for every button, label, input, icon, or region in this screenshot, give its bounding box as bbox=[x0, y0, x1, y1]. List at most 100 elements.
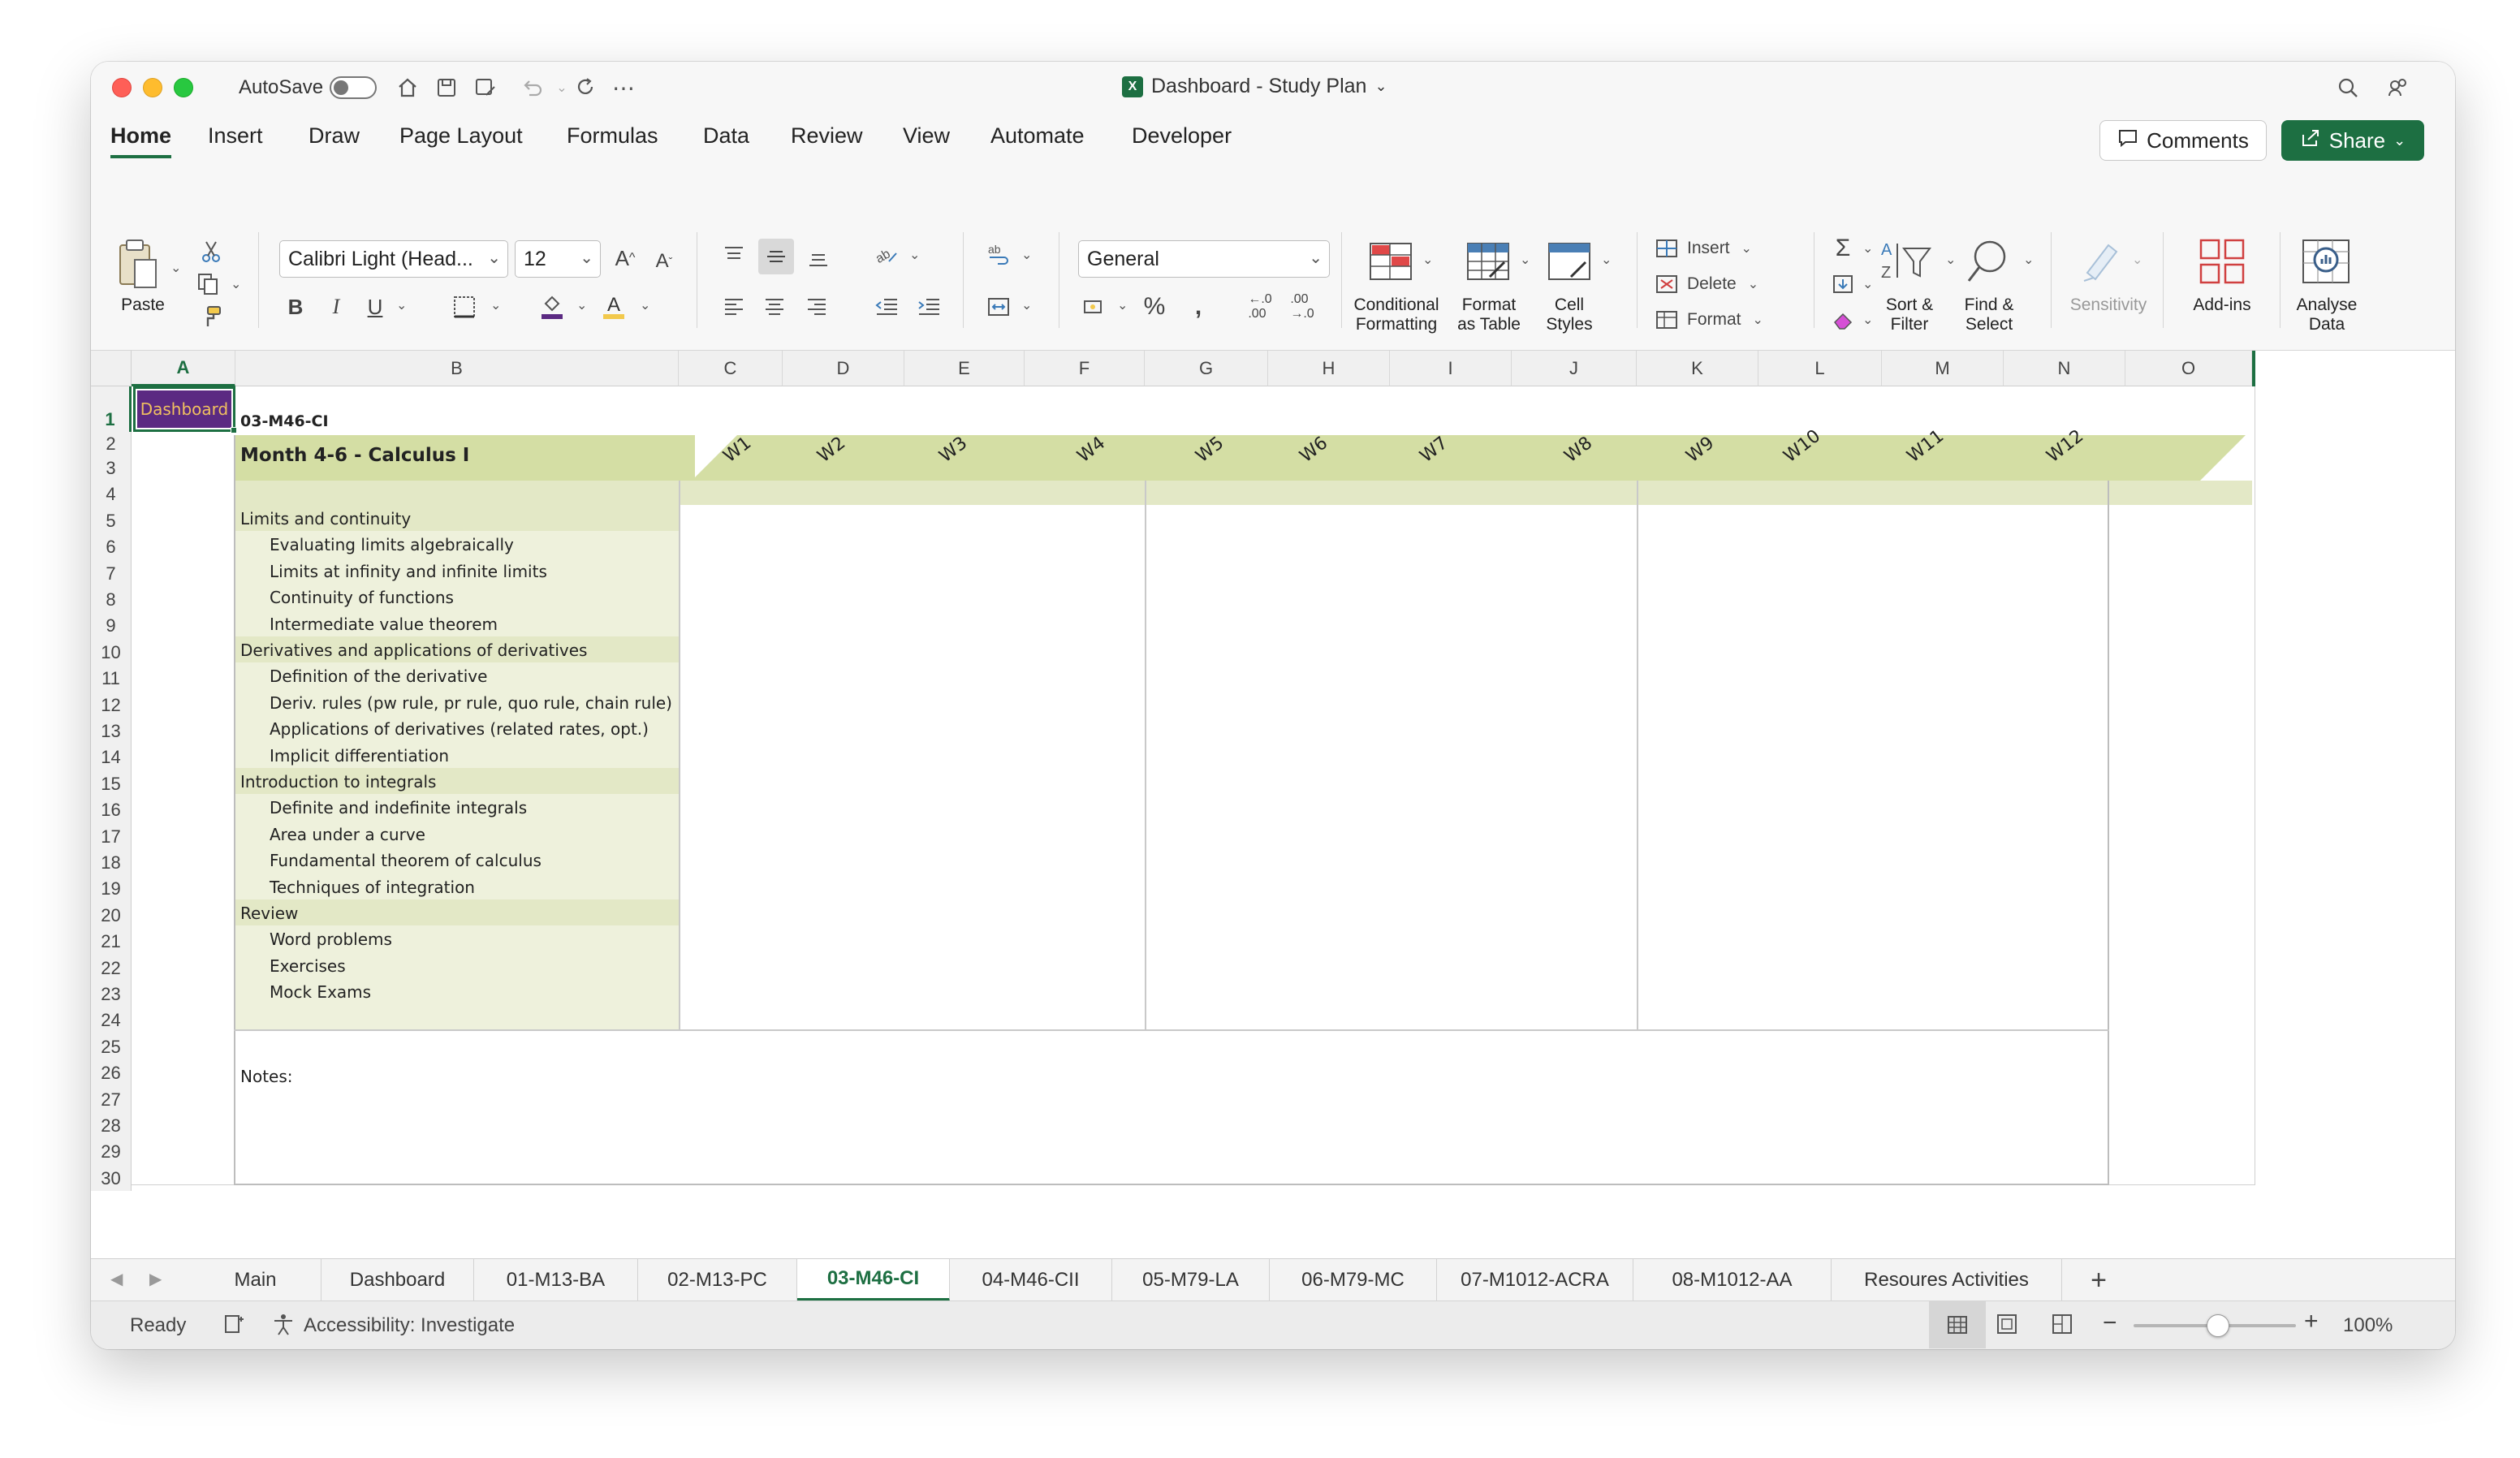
conditional-formatting-dropdown-icon[interactable]: ⌄ bbox=[1422, 252, 1433, 268]
wrap-text-icon[interactable]: ab bbox=[982, 239, 1015, 271]
more-icon[interactable]: ⋯ bbox=[607, 71, 640, 104]
column-header-l[interactable]: L bbox=[1758, 351, 1882, 386]
italic-button[interactable]: I bbox=[320, 291, 352, 323]
accessibility-icon[interactable] bbox=[271, 1313, 296, 1341]
maximize-window-button[interactable] bbox=[174, 78, 193, 97]
copy-icon[interactable] bbox=[192, 270, 224, 299]
dashboard-link-button[interactable]: Dashboard bbox=[137, 390, 231, 428]
sheet-tab[interactable]: 05-M79-LA bbox=[1112, 1259, 1270, 1301]
font-size-select[interactable]: 12 ⌄ bbox=[515, 240, 601, 278]
analyse-data-label[interactable]: Analyse Data bbox=[2293, 295, 2361, 334]
add-sheet-button[interactable]: + bbox=[2078, 1262, 2119, 1298]
row-header-28[interactable]: 28 bbox=[91, 1111, 132, 1138]
normal-view-icon[interactable] bbox=[1929, 1301, 1986, 1348]
undo-icon[interactable] bbox=[516, 71, 549, 104]
merge-dropdown-icon[interactable]: ⌄ bbox=[1021, 297, 1032, 313]
orientation-dropdown-icon[interactable]: ⌄ bbox=[909, 247, 920, 263]
cell-styles-dropdown-icon[interactable]: ⌄ bbox=[1601, 252, 1612, 268]
row-header-27[interactable]: 27 bbox=[91, 1085, 132, 1112]
autosum-icon[interactable]: Σ bbox=[1827, 234, 1859, 263]
sheet-tab[interactable]: 02-M13-PC bbox=[638, 1259, 797, 1301]
zoom-level[interactable]: 100% bbox=[2343, 1314, 2393, 1337]
borders-dropdown-icon[interactable]: ⌄ bbox=[490, 297, 501, 313]
wrap-text-dropdown-icon[interactable]: ⌄ bbox=[1021, 247, 1032, 263]
comma-style-icon[interactable]: , bbox=[1182, 291, 1215, 323]
column-header-d[interactable]: D bbox=[783, 351, 904, 386]
sort-filter-icon[interactable]: AZ bbox=[1877, 235, 1942, 287]
row-header-11[interactable]: 11 bbox=[91, 664, 132, 692]
decrease-decimal-icon[interactable]: .00 →.0 bbox=[1284, 291, 1320, 323]
conditional-formatting-icon[interactable] bbox=[1366, 235, 1416, 287]
row-header-8[interactable]: 8 bbox=[91, 585, 132, 612]
column-header-j[interactable]: J bbox=[1512, 351, 1637, 386]
clear-icon[interactable] bbox=[1827, 305, 1859, 334]
row-header-7[interactable]: 7 bbox=[91, 559, 132, 586]
copy-dropdown-icon[interactable]: ⌄ bbox=[231, 276, 241, 292]
row-header-2[interactable]: 2 bbox=[91, 432, 132, 456]
minimize-window-button[interactable] bbox=[143, 78, 162, 97]
format-painter-icon[interactable] bbox=[195, 302, 227, 331]
font-color-dropdown-icon[interactable]: ⌄ bbox=[640, 297, 650, 313]
row-header-20[interactable]: 20 bbox=[91, 901, 132, 928]
tab-home[interactable]: Home bbox=[110, 123, 172, 158]
font-name-select[interactable]: Calibri Light (Head... ⌄ bbox=[279, 240, 508, 278]
row-header-1[interactable]: 1 bbox=[91, 386, 132, 432]
row-header-23[interactable]: 23 bbox=[91, 980, 132, 1007]
worksheet-grid[interactable]: ABCDEFGHIJKLMNO 1 2 3 4 5 6 7 8 9 10 11 12 13 14 15 16 1… bbox=[91, 351, 2455, 1320]
format-cells-button[interactable]: Format ⌄ bbox=[1655, 305, 1801, 334]
sheet-tab[interactable]: Resoures Activities bbox=[1832, 1259, 2062, 1301]
increase-font-size-icon[interactable]: A ^ bbox=[609, 242, 641, 274]
tab-data[interactable]: Data bbox=[703, 123, 749, 155]
sheet-tab[interactable]: 07-M1012-ACRA bbox=[1437, 1259, 1633, 1301]
column-header-h[interactable]: H bbox=[1268, 351, 1390, 386]
tab-automate[interactable]: Automate bbox=[990, 123, 1085, 155]
select-all-corner[interactable] bbox=[91, 351, 132, 386]
addins-label[interactable]: Add-ins bbox=[2186, 295, 2259, 315]
column-header-f[interactable]: F bbox=[1025, 351, 1145, 386]
row-header-30[interactable]: 30 bbox=[91, 1164, 132, 1191]
row-header-29[interactable]: 29 bbox=[91, 1138, 132, 1165]
window-title[interactable]: X Dashboard - Study Plan ⌄ bbox=[1122, 75, 1387, 98]
cell-styles-icon[interactable] bbox=[1544, 235, 1594, 287]
find-select-label[interactable]: Find & Select bbox=[1957, 295, 2022, 334]
cell-styles-label[interactable]: Cell Styles bbox=[1541, 295, 1598, 334]
autosum-dropdown-icon[interactable]: ⌄ bbox=[1862, 240, 1873, 257]
row-header-5[interactable]: 5 bbox=[91, 507, 132, 533]
column-header-m[interactable]: M bbox=[1882, 351, 2004, 386]
clear-dropdown-icon[interactable]: ⌄ bbox=[1862, 312, 1873, 328]
format-as-table-label[interactable]: Format as Table bbox=[1456, 295, 1521, 334]
merge-center-icon[interactable] bbox=[982, 291, 1015, 323]
tab-formulas[interactable]: Formulas bbox=[567, 123, 658, 155]
row-header-12[interactable]: 12 bbox=[91, 691, 132, 718]
sort-filter-label[interactable]: Sort & Filter bbox=[1877, 295, 1942, 334]
row-header-15[interactable]: 15 bbox=[91, 770, 132, 796]
save-icon[interactable] bbox=[430, 71, 463, 104]
underline-button[interactable]: U bbox=[359, 291, 391, 323]
analyse-data-icon[interactable] bbox=[2298, 235, 2354, 287]
column-header-o[interactable]: O bbox=[2125, 351, 2252, 386]
find-select-dropdown-icon[interactable]: ⌄ bbox=[2023, 252, 2034, 268]
column-header-k[interactable]: K bbox=[1637, 351, 1758, 386]
row-header-25[interactable]: 25 bbox=[91, 1033, 132, 1059]
row-header-14[interactable]: 14 bbox=[91, 744, 132, 770]
font-color-icon[interactable]: A bbox=[598, 289, 630, 325]
fill-dropdown-icon[interactable]: ⌄ bbox=[1862, 276, 1873, 292]
increase-indent-icon[interactable] bbox=[913, 291, 945, 323]
row-header-24[interactable]: 24 bbox=[91, 1007, 132, 1033]
zoom-in-button[interactable]: + bbox=[2304, 1308, 2319, 1335]
scroll-tabs-right-icon[interactable]: ▶ bbox=[149, 1269, 162, 1289]
decrease-indent-icon[interactable] bbox=[870, 291, 903, 323]
cut-icon[interactable] bbox=[195, 237, 227, 266]
sensitivity-dropdown-icon[interactable]: ⌄ bbox=[2132, 252, 2142, 268]
share-people-icon[interactable] bbox=[2382, 71, 2414, 104]
row-header-18[interactable]: 18 bbox=[91, 848, 132, 875]
sheet-tab[interactable]: 06-M79-MC bbox=[1270, 1259, 1437, 1301]
fill-color-icon[interactable] bbox=[536, 289, 568, 325]
align-top-icon[interactable] bbox=[718, 239, 750, 271]
borders-icon[interactable] bbox=[448, 291, 481, 323]
selected-cell-a1[interactable]: Dashboard bbox=[133, 386, 237, 434]
home-icon[interactable] bbox=[391, 71, 424, 104]
paste-icon[interactable] bbox=[114, 235, 162, 292]
conditional-formatting-label[interactable]: Conditional Formatting bbox=[1348, 295, 1445, 334]
accessibility-status[interactable]: Accessibility: Investigate bbox=[304, 1314, 515, 1337]
